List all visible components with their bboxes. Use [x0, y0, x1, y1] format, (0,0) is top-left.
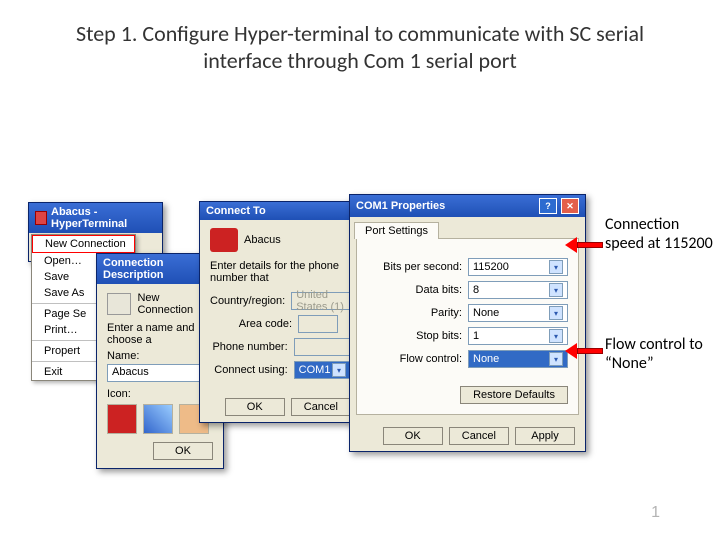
slide-title: Step 1. Configure Hyper-terminal to comm… — [0, 0, 720, 74]
hyperterminal-titlebar: Abacus - HyperTerminal — [29, 203, 162, 233]
bits-select[interactable]: 115200▾ — [468, 258, 568, 276]
com1-title: COM1 Properties — [356, 200, 445, 212]
help-button[interactable]: ? — [539, 198, 557, 214]
area-label: Area code: — [210, 318, 292, 330]
button-row: OK Cancel Apply — [350, 421, 585, 451]
connect-header: Abacus — [244, 234, 281, 246]
icon-option[interactable] — [143, 404, 173, 434]
port-settings-group: Bits per second: 115200▾ Data bits: 8▾ Par… — [356, 238, 579, 415]
flow-label: Flow control: — [367, 353, 462, 365]
arrow-icon — [565, 237, 603, 253]
connect-prompt: Enter details for the phone number that — [210, 260, 351, 284]
phone-input[interactable] — [294, 338, 351, 356]
restore-defaults-button[interactable]: Restore Defaults — [460, 386, 568, 404]
data-label: Data bits: — [367, 284, 462, 296]
icon-picker[interactable] — [107, 404, 213, 434]
parity-select[interactable]: None▾ — [468, 304, 568, 322]
dialog-body: Abacus Enter details for the phone numbe… — [200, 220, 361, 392]
bits-label: Bits per second: — [367, 261, 462, 273]
new-connection-icon — [107, 293, 131, 315]
icon-option[interactable] — [107, 404, 137, 434]
name-label: Name: — [107, 350, 213, 362]
flow-callout: Flow control to “None” — [605, 335, 715, 373]
connect-to-dialog: Connect To Abacus Enter details for the … — [199, 201, 362, 423]
phone-icon — [210, 228, 238, 252]
flow-select[interactable]: None▾ — [468, 350, 568, 368]
country-select[interactable]: United States (1) — [291, 292, 351, 310]
tab-strip: Port Settings — [350, 217, 585, 238]
tab-port-settings[interactable]: Port Settings — [354, 222, 439, 239]
stop-label: Stop bits: — [367, 330, 462, 342]
ok-button[interactable]: OK — [225, 398, 285, 416]
cancel-button[interactable]: Cancel — [449, 427, 509, 445]
chevron-down-icon: ▾ — [549, 306, 563, 320]
cancel-button[interactable]: Cancel — [291, 398, 351, 416]
name-input[interactable]: Abacus — [107, 364, 207, 382]
connect-to-titlebar: Connect To — [200, 202, 361, 220]
area-input[interactable] — [298, 315, 338, 333]
chevron-down-icon: ▾ — [549, 260, 563, 274]
connect-to-title: Connect To — [206, 205, 266, 217]
button-row: OK Cancel — [200, 392, 361, 422]
using-label: Connect using: — [210, 364, 288, 376]
chevron-down-icon: ▾ — [549, 329, 563, 343]
com1-properties-dialog: COM1 Properties ? ✕ Port Settings Bits p… — [349, 194, 586, 452]
close-button[interactable]: ✕ — [561, 198, 579, 214]
icon-label: Icon: — [107, 388, 213, 400]
arrow-icon — [565, 343, 603, 359]
com1-titlebar: COM1 Properties ? ✕ — [350, 195, 585, 217]
app-icon — [35, 211, 47, 225]
data-select[interactable]: 8▾ — [468, 281, 568, 299]
menu-new-connection[interactable]: New Connection — [32, 235, 135, 253]
chevron-down-icon: ▾ — [549, 352, 563, 366]
hyperterminal-title: Abacus - HyperTerminal — [51, 206, 156, 230]
country-label: Country/region: — [210, 295, 285, 307]
speed-callout: Connection speed at 115200 — [605, 215, 715, 253]
chevron-down-icon: ▾ — [332, 363, 346, 377]
ok-button[interactable]: OK — [153, 442, 213, 460]
connect-using-select[interactable]: COM1▾ — [294, 361, 351, 379]
ok-button[interactable]: OK — [383, 427, 443, 445]
phone-label: Phone number: — [210, 341, 288, 353]
stop-select[interactable]: 1▾ — [468, 327, 568, 345]
chevron-down-icon: ▾ — [549, 283, 563, 297]
page-number: 1 — [651, 504, 660, 522]
apply-button[interactable]: Apply — [515, 427, 575, 445]
parity-label: Parity: — [367, 307, 462, 319]
prompt-text: Enter a name and choose a — [107, 322, 213, 346]
